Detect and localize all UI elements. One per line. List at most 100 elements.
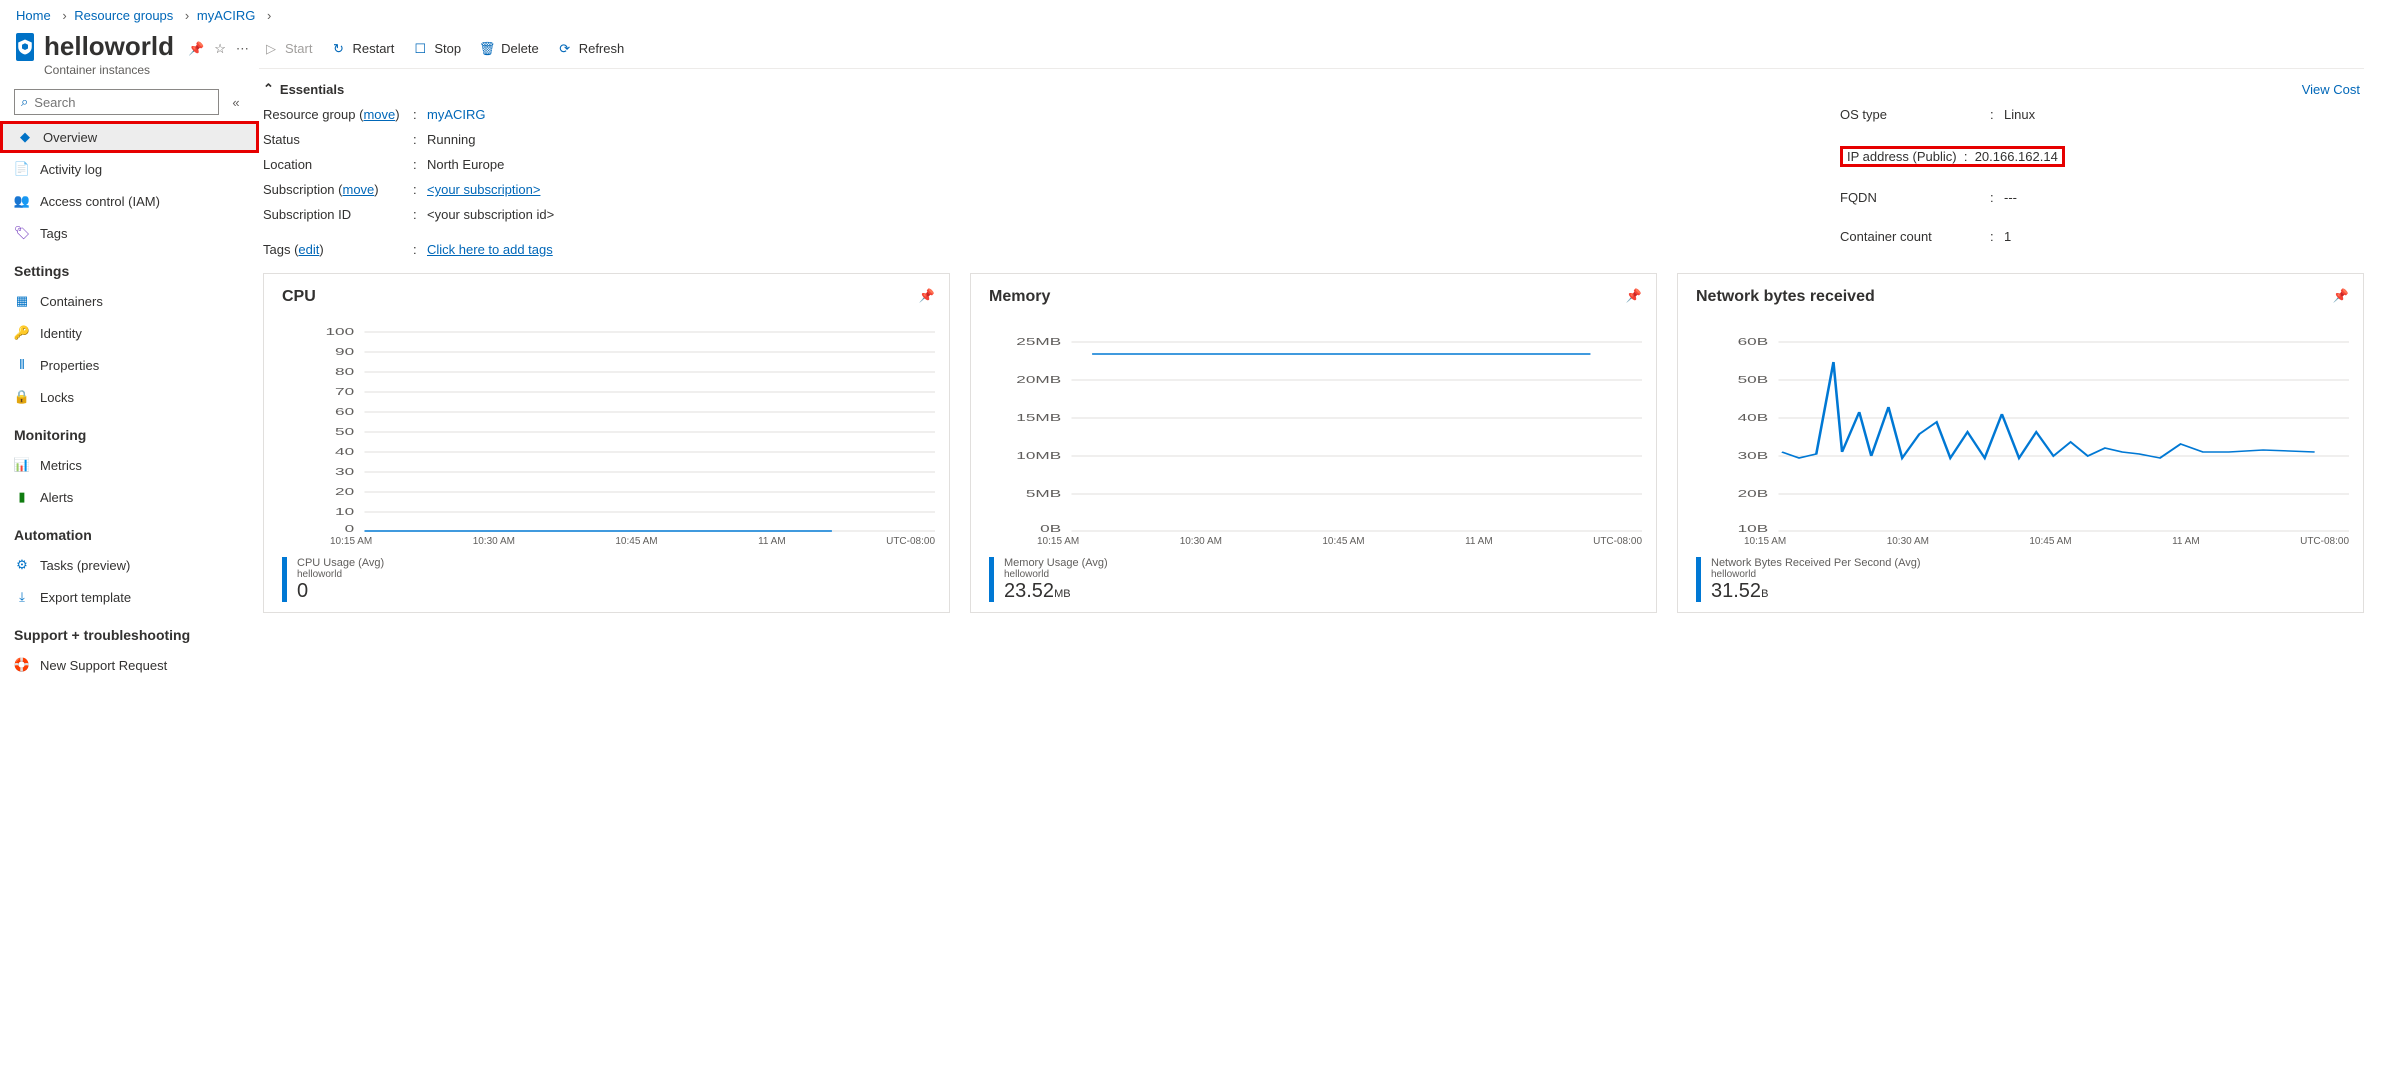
os-type-value: Linux (2004, 107, 2360, 122)
card-title: Network bytes received (1696, 288, 2349, 306)
pin-icon[interactable]: 📌 (2333, 288, 2349, 304)
move-link[interactable]: move (343, 182, 375, 197)
search-input[interactable] (34, 95, 212, 110)
essentials-key: Resource group (move) (263, 107, 413, 122)
svg-text:0B: 0B (1040, 523, 1061, 532)
people-icon: 👥 (14, 193, 30, 209)
toolbar: ▷ Start ↻ Restart ☐ Stop 🗑 Delete ⟳ Refr… (259, 29, 2364, 69)
svg-text:5MB: 5MB (1026, 488, 1061, 499)
breadcrumb-resource-groups[interactable]: Resource groups (74, 8, 173, 23)
sidebar-item-label: Properties (40, 358, 99, 373)
legend-color-swatch (989, 557, 994, 602)
fqdn-value: --- (2004, 190, 2360, 205)
view-cost-link[interactable]: View Cost (2302, 82, 2360, 97)
sidebar-item-properties[interactable]: ⫴ Properties (0, 349, 259, 381)
sidebar-item-label: Tasks (preview) (40, 558, 130, 573)
svg-text:70: 70 (335, 386, 354, 397)
identity-icon: 🔑 (14, 325, 30, 341)
sidebar-item-overview[interactable]: ◆ Overview (0, 121, 259, 153)
breadcrumb: Home › Resource groups › myACIRG › (0, 0, 2382, 29)
sidebar-item-alerts[interactable]: ▮ Alerts (0, 481, 259, 513)
chevron-right-icon: › (267, 8, 271, 23)
collapse-sidebar-icon[interactable]: « (225, 95, 247, 110)
essentials-key: Container count (1840, 229, 1990, 244)
sidebar-item-label: Tags (40, 226, 67, 241)
network-chart[interactable]: 60B 50B 40B 30B 20B 10B (1696, 322, 2349, 532)
stop-button[interactable]: ☐ Stop (412, 41, 461, 57)
svg-text:60: 60 (335, 406, 354, 417)
alerts-icon: ▮ (14, 489, 30, 505)
breadcrumb-home[interactable]: Home (16, 8, 51, 23)
legend-metric-name: CPU Usage (Avg) (297, 557, 384, 569)
sidebar-item-label: Export template (40, 590, 131, 605)
support-icon: 🛟 (14, 657, 30, 673)
legend-metric-name: Memory Usage (Avg) (1004, 557, 1108, 569)
legend-unit: B (1761, 588, 1768, 600)
refresh-icon: ⟳ (557, 41, 573, 57)
sidebar-item-tasks[interactable]: ⚙ Tasks (preview) (0, 549, 259, 581)
subscription-link[interactable]: <your subscription> (427, 182, 540, 197)
pin-icon[interactable]: 📌 (188, 41, 204, 57)
pin-icon[interactable]: 📌 (919, 288, 935, 304)
sidebar-item-locks[interactable]: 🔒 Locks (0, 381, 259, 413)
move-link[interactable]: move (363, 107, 395, 122)
svg-text:25MB: 25MB (1016, 336, 1061, 347)
sidebar-item-containers[interactable]: ▦ Containers (0, 285, 259, 317)
memory-chart[interactable]: 25MB 20MB 15MB 10MB 5MB 0B (989, 322, 1642, 532)
legend-color-swatch (1696, 557, 1701, 602)
container-instance-icon (16, 33, 34, 61)
edit-tags-link[interactable]: edit (298, 242, 319, 257)
sidebar-item-identity[interactable]: 🔑 Identity (0, 317, 259, 349)
sidebar-item-label: Identity (40, 326, 82, 341)
svg-text:30B: 30B (1738, 450, 1769, 461)
legend-value: 23.52 (1004, 580, 1054, 602)
trash-icon: 🗑 (479, 41, 495, 57)
resource-group-link[interactable]: myACIRG (427, 107, 486, 122)
svg-text:0: 0 (345, 523, 355, 532)
legend-value: 0 (297, 580, 308, 602)
svg-text:60B: 60B (1738, 336, 1769, 347)
chevron-right-icon: › (185, 8, 189, 23)
sidebar-search[interactable]: ⌕ (14, 89, 219, 115)
cpu-chart[interactable]: 100 90 80 70 60 50 40 30 20 10 0 (282, 322, 935, 532)
activity-log-icon: 📄 (14, 161, 30, 177)
svg-text:50B: 50B (1738, 374, 1769, 385)
sidebar-item-iam[interactable]: 👥 Access control (IAM) (0, 185, 259, 217)
start-button: ▷ Start (263, 41, 312, 57)
svg-text:10MB: 10MB (1016, 450, 1061, 461)
sidebar-item-new-support-request[interactable]: 🛟 New Support Request (0, 649, 259, 681)
lock-icon: 🔒 (14, 389, 30, 405)
sidebar-item-label: Locks (40, 390, 74, 405)
sidebar-item-export-template[interactable]: ⤓ Export template (0, 581, 259, 613)
svg-text:15MB: 15MB (1016, 412, 1061, 423)
toolbar-label: Delete (501, 41, 539, 56)
breadcrumb-rg-name[interactable]: myACIRG (197, 8, 256, 23)
pin-icon[interactable]: 📌 (1626, 288, 1642, 304)
delete-button[interactable]: 🗑 Delete (479, 41, 539, 57)
svg-text:40: 40 (335, 446, 354, 457)
sidebar-item-activity-log[interactable]: 📄 Activity log (0, 153, 259, 185)
star-icon[interactable]: ☆ (214, 41, 226, 57)
chevron-up-icon: ⌃ (263, 81, 274, 97)
more-icon[interactable]: ⋯ (236, 41, 249, 57)
sidebar-item-tags[interactable]: 🏷 Tags (0, 217, 259, 249)
main-content: ▷ Start ↻ Restart ☐ Stop 🗑 Delete ⟳ Refr… (259, 29, 2382, 701)
svg-text:80: 80 (335, 366, 354, 377)
play-icon: ▷ (263, 41, 279, 57)
refresh-button[interactable]: ⟳ Refresh (557, 41, 625, 57)
restart-icon: ↻ (330, 41, 346, 57)
svg-text:20MB: 20MB (1016, 374, 1061, 385)
restart-button[interactable]: ↻ Restart (330, 41, 394, 57)
x-axis-labels: 10:15 AM10:30 AM10:45 AM11 AMUTC-08:00 (1696, 536, 2349, 547)
add-tags-link[interactable]: Click here to add tags (427, 242, 553, 257)
essentials-toggle[interactable]: ⌃ Essentials (263, 81, 344, 97)
sidebar-section-settings: Settings (0, 249, 259, 285)
sidebar-item-metrics[interactable]: 📊 Metrics (0, 449, 259, 481)
toolbar-label: Restart (352, 41, 394, 56)
page-title: helloworld (44, 33, 174, 59)
essentials-title: Essentials (280, 82, 344, 97)
toolbar-label: Stop (434, 41, 461, 56)
chart-legend: CPU Usage (Avg) helloworld 0 (282, 557, 935, 602)
tasks-icon: ⚙ (14, 557, 30, 573)
essentials-key: FQDN (1840, 190, 1990, 205)
